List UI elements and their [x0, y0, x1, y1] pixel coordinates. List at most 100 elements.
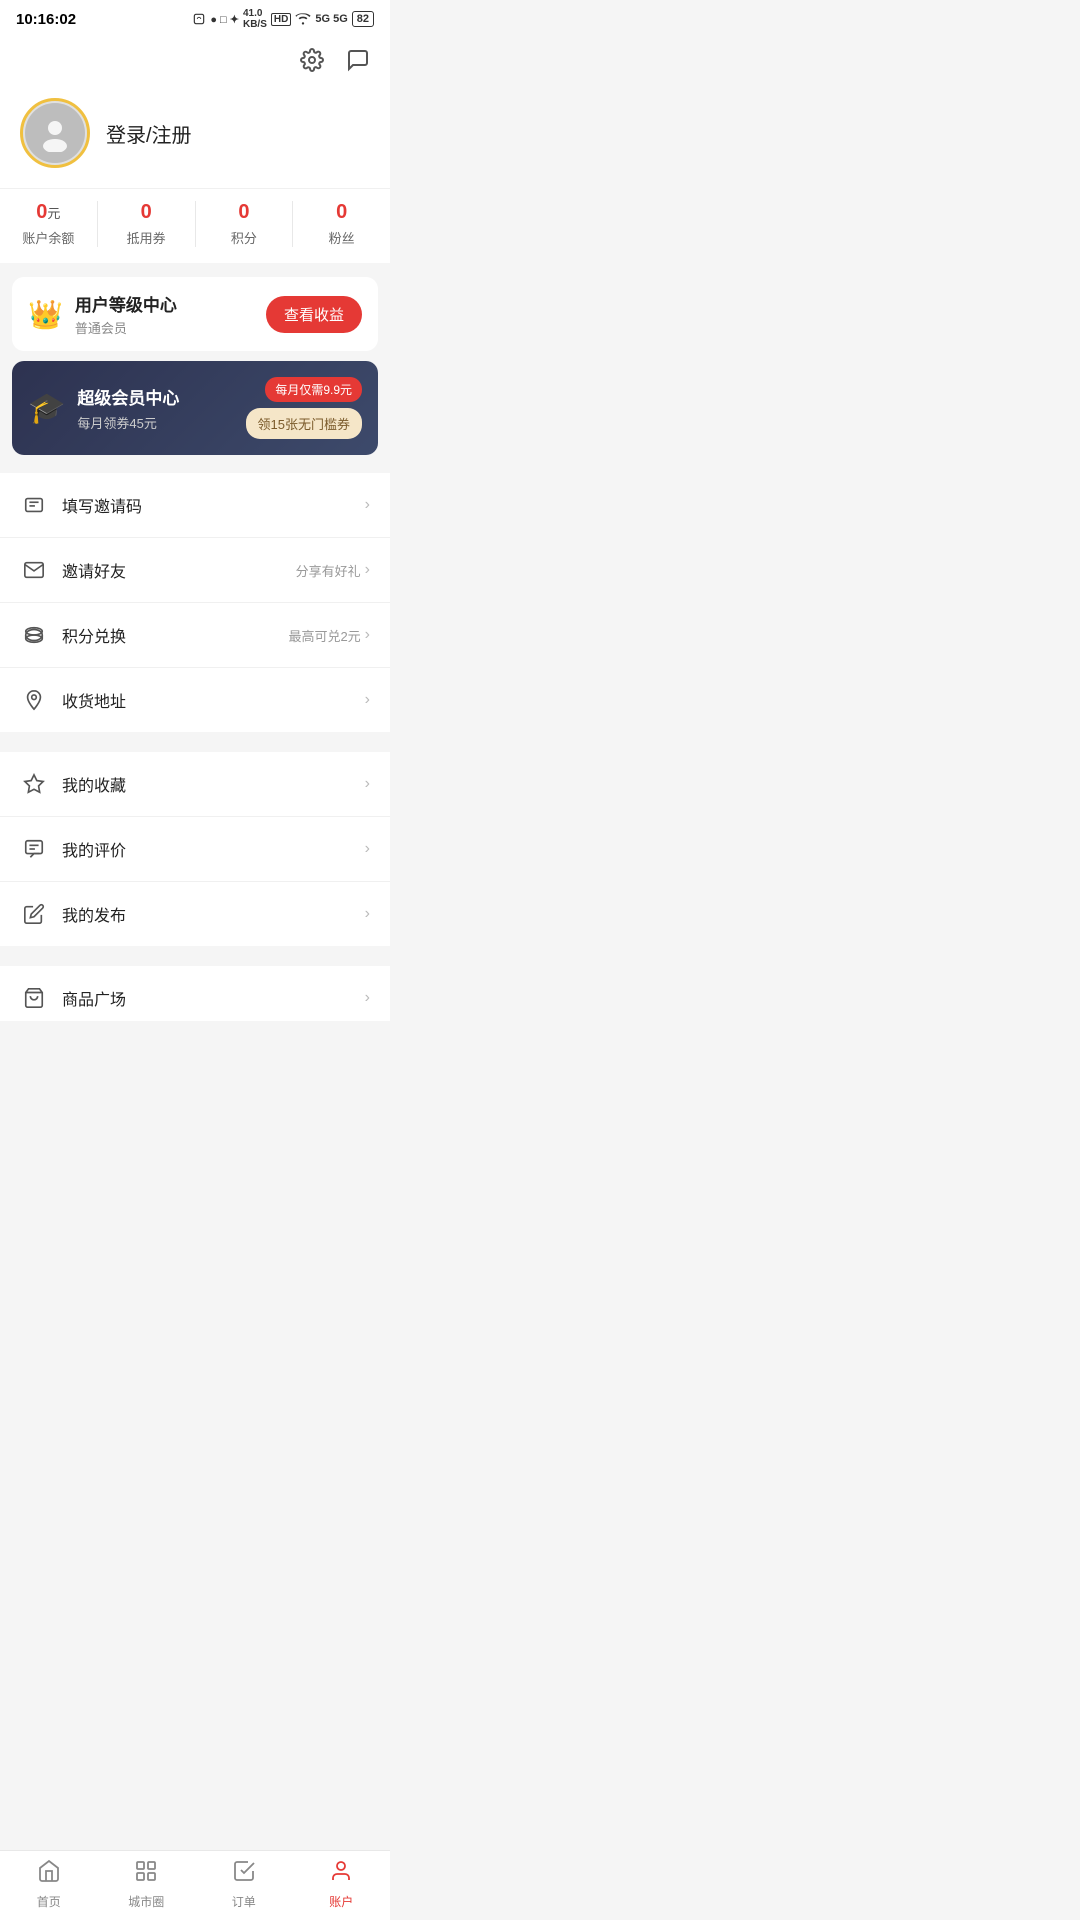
level-card[interactable]: 👑 用户等级中心 普通会员 查看收益 — [12, 277, 378, 351]
status-bar: 10:16:02 ● □ ✦ 41.0KB/S HD 5G 5G 82 — [0, 0, 390, 36]
menu-label-shop: 商品广场 — [62, 986, 365, 1010]
home-icon — [37, 1859, 61, 1889]
settings-button[interactable] — [296, 44, 328, 76]
home-nav[interactable]: 首页 — [0, 1859, 98, 1910]
chevron-icon: › — [365, 496, 370, 514]
nfc-icon — [192, 12, 206, 26]
section-gap-2 — [0, 946, 390, 956]
city-nav[interactable]: 城市圈 — [98, 1859, 196, 1910]
shop-icon — [20, 984, 48, 1012]
stat-coupon-label: 抵用券 — [127, 228, 166, 247]
menu-item-invite-code[interactable]: 填写邀请码 › — [0, 473, 390, 538]
chevron-icon-2: › — [365, 561, 370, 579]
posts-icon — [20, 900, 48, 928]
stat-fans[interactable]: 0 粉丝 — [292, 201, 390, 247]
network-speed: 41.0KB/S — [243, 8, 267, 30]
crown-icon: 👑 — [28, 298, 63, 331]
menu-item-points[interactable]: 积分兑换 最高可兑2元 › — [0, 603, 390, 668]
chevron-icon-5: › — [365, 775, 370, 793]
menu-item-address[interactable]: 收货地址 › — [0, 668, 390, 732]
menu-item-posts[interactable]: 我的发布 › — [0, 882, 390, 946]
super-card-left: 🎓 超级会员中心 每月领券45元 — [28, 384, 179, 432]
profile-section[interactable]: 登录/注册 — [0, 88, 390, 188]
graduation-icon: 🎓 — [28, 391, 65, 426]
price-tag: 每月仅需9.9元 — [265, 377, 362, 402]
battery-icon: 82 — [352, 11, 374, 27]
super-subtitle: 每月领券45元 — [77, 413, 179, 432]
order-icon — [232, 1859, 256, 1889]
menu-label-posts: 我的发布 — [62, 902, 365, 926]
menu-label-invite-code: 填写邀请码 — [62, 493, 365, 517]
coupon-button[interactable]: 领15张无门槛券 — [246, 408, 362, 439]
menu-label-address: 收货地址 — [62, 688, 365, 712]
chevron-icon-4: › — [365, 691, 370, 709]
menu-item-favorites[interactable]: 我的收藏 › — [0, 752, 390, 817]
account-label: 账户 — [329, 1893, 353, 1910]
avatar[interactable] — [20, 98, 90, 168]
menu-right-points: 最高可兑2元 › — [288, 626, 370, 645]
menu-right-invite-code: › — [365, 496, 370, 514]
top-header — [0, 36, 390, 88]
chevron-icon-6: › — [365, 840, 370, 858]
status-icons: ● □ ✦ 41.0KB/S HD 5G 5G 82 — [192, 8, 374, 30]
chevron-icon-3: › — [365, 626, 370, 644]
account-icon — [329, 1859, 353, 1889]
stat-balance-label: 账户余额 — [22, 228, 74, 247]
menu-label-invite-friend: 邀请好友 — [62, 558, 296, 582]
menu-right-favorites: › — [365, 775, 370, 793]
menu-right-shop: › — [365, 989, 370, 1007]
menu-right-reviews: › — [365, 840, 370, 858]
invite-friend-icon — [20, 556, 48, 584]
super-member-card[interactable]: 🎓 超级会员中心 每月领券45元 每月仅需9.9元 领15张无门槛券 — [12, 361, 378, 455]
menu-section-1: 填写邀请码 › 邀请好友 分享有好礼 › 积分兑换 — [0, 473, 390, 732]
menu-item-invite-friend[interactable]: 邀请好友 分享有好礼 › — [0, 538, 390, 603]
reviews-icon — [20, 835, 48, 863]
stat-balance[interactable]: 0元 账户余额 — [0, 201, 97, 247]
level-text: 用户等级中心 普通会员 — [75, 291, 177, 337]
menu-right-address: › — [365, 691, 370, 709]
stat-coupon-value: 0 — [141, 201, 152, 224]
city-label: 城市圈 — [128, 1893, 164, 1910]
stats-row: 0元 账户余额 0 抵用券 0 积分 0 粉丝 — [0, 188, 390, 263]
hd-icon: HD — [271, 13, 291, 26]
menu-label-favorites: 我的收藏 — [62, 772, 365, 796]
stat-points[interactable]: 0 积分 — [195, 201, 293, 247]
bottom-nav: 首页 城市圈 订单 账户 — [0, 1850, 390, 1920]
stat-fans-label: 粉丝 — [329, 228, 355, 247]
menu-right-posts: › — [365, 905, 370, 923]
cellular-icons: 5G 5G — [315, 13, 347, 25]
stat-points-value: 0 — [238, 201, 249, 224]
settings-icon — [300, 48, 324, 72]
account-nav[interactable]: 账户 — [293, 1859, 391, 1910]
menu-item-reviews[interactable]: 我的评价 › — [0, 817, 390, 882]
menu-item-shop[interactable]: 商品广场 › — [0, 966, 390, 1021]
order-nav[interactable]: 订单 — [195, 1859, 293, 1910]
profile-login-label[interactable]: 登录/注册 — [106, 119, 192, 148]
person-icon — [36, 114, 74, 152]
stat-balance-value: 0元 — [36, 201, 60, 224]
points-exchange-icon — [20, 621, 48, 649]
cards-section: 👑 用户等级中心 普通会员 查看收益 🎓 超级会员中心 每月领券45元 每月仅需… — [0, 263, 390, 463]
home-label: 首页 — [37, 1893, 61, 1910]
level-title: 用户等级中心 — [75, 291, 177, 316]
status-time: 10:16:02 — [16, 11, 76, 28]
super-text: 超级会员中心 每月领券45元 — [77, 384, 179, 432]
wifi-icon — [295, 13, 311, 25]
order-label: 订单 — [232, 1893, 256, 1910]
chevron-icon-8: › — [365, 989, 370, 1007]
menu-section-2: 我的收藏 › 我的评价 › 我的发布 › — [0, 752, 390, 946]
menu-label-points: 积分兑换 — [62, 623, 288, 647]
signal-icons: ● □ ✦ — [210, 13, 239, 26]
section-gap-1 — [0, 732, 390, 742]
menu-section-3: 商品广场 › — [0, 966, 390, 1021]
message-icon — [346, 48, 370, 72]
avatar-inner — [25, 103, 85, 163]
favorites-icon — [20, 770, 48, 798]
super-card-right: 每月仅需9.9元 领15张无门槛券 — [246, 377, 362, 439]
message-button[interactable] — [342, 44, 374, 76]
super-title: 超级会员中心 — [77, 384, 179, 409]
stat-points-label: 积分 — [231, 228, 257, 247]
menu-right-invite-friend: 分享有好礼 › — [296, 561, 370, 580]
view-earnings-button[interactable]: 查看收益 — [266, 296, 362, 333]
stat-coupon[interactable]: 0 抵用券 — [97, 201, 195, 247]
